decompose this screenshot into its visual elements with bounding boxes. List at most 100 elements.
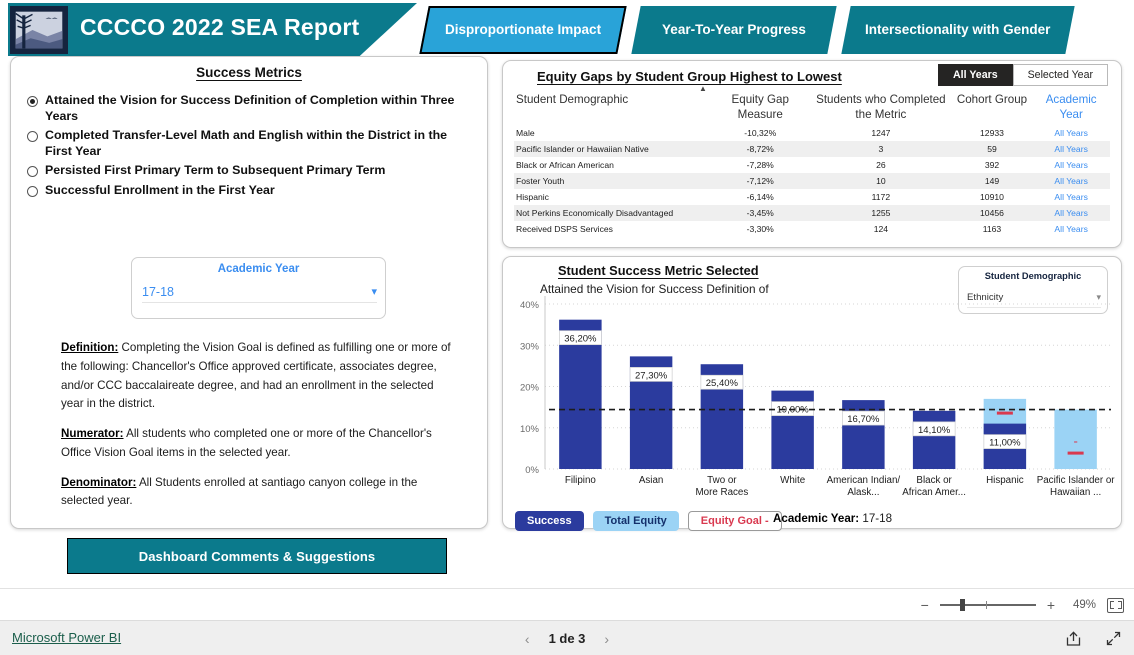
cell-academic-year: All Years bbox=[1054, 223, 1088, 234]
x-axis-category-label: Hawaiian ... bbox=[1050, 487, 1101, 498]
table-row[interactable]: Foster Youth -7,12% 10 149 All Years bbox=[514, 172, 1110, 189]
column-header-student-demographic[interactable]: Student Demographic bbox=[514, 92, 710, 125]
tab-intersectionality-with-gender[interactable]: Intersectionality with Gender bbox=[841, 6, 1075, 54]
year-scope-toggle: All Years Selected Year bbox=[938, 64, 1108, 86]
cell-cohort-group: 12933 bbox=[980, 127, 1004, 138]
column-header-academic-year[interactable]: Academic Year bbox=[1032, 92, 1110, 125]
academic-year-value: 17-18 bbox=[142, 284, 174, 299]
table-row[interactable]: Pacific Islander or Hawaiian Native -8,72… bbox=[514, 140, 1110, 157]
chevron-right-icon[interactable]: › bbox=[604, 631, 609, 647]
x-axis-category-label: Filipino bbox=[565, 475, 597, 486]
cell-student-demographic: Male bbox=[516, 127, 535, 138]
definition-label: Definition: bbox=[61, 341, 119, 354]
college-landscape-logo-icon bbox=[10, 6, 68, 54]
y-axis-tick-label: 30% bbox=[520, 341, 540, 352]
cell-student-demographic: Not Perkins Economically Disadvantaged bbox=[516, 207, 674, 218]
cell-equity-gap: -6,14% bbox=[746, 191, 774, 202]
legend-item-total-equity[interactable]: Total Equity bbox=[592, 511, 679, 531]
x-axis-category-label: Alask... bbox=[847, 487, 879, 498]
cell-cohort-group: 392 bbox=[984, 159, 1000, 170]
column-header-cohort-group[interactable]: Cohort Group bbox=[952, 92, 1033, 125]
definition-paragraph: Definition: Completing the Vision Goal i… bbox=[61, 339, 459, 414]
cell-cohort-group: 59 bbox=[987, 143, 997, 154]
zoom-out-icon[interactable]: − bbox=[921, 598, 929, 612]
radio-label: Successful Enrollment in the First Year bbox=[45, 182, 275, 197]
x-axis-category-label: Pacific Islander or bbox=[1037, 475, 1116, 486]
x-axis-category-label: Hispanic bbox=[986, 475, 1024, 486]
academic-year-dropdown[interactable]: 17-18 ▾ bbox=[142, 281, 377, 303]
table-row[interactable]: Received DSPS Services -3,30% 124 1163 All Y… bbox=[514, 221, 1110, 237]
bar-data-label: 36,20% bbox=[564, 334, 597, 345]
share-icon[interactable] bbox=[1065, 630, 1082, 647]
table-row[interactable]: Not Perkins Economically Disadvantaged -3… bbox=[514, 204, 1110, 221]
tab-label: Disproportionate Impact bbox=[444, 22, 602, 38]
definition-text: Completing the Vision Goal is defined as… bbox=[61, 341, 451, 411]
chart-academic-year-value: 17-18 bbox=[862, 512, 893, 525]
table-row[interactable]: Hispanic -6,14% 1172 10910 All Years bbox=[514, 189, 1110, 205]
bar-data-label: 27,30% bbox=[635, 370, 668, 381]
cell-equity-gap: -7,12% bbox=[746, 175, 774, 186]
cell-students-completed: 10 bbox=[876, 175, 886, 186]
bar-data-label: 16,70% bbox=[847, 414, 880, 425]
success-metrics-title: Success Metrics bbox=[196, 65, 302, 80]
page-navigation: ‹ 1 de 3 › bbox=[0, 621, 1134, 655]
fullscreen-icon[interactable] bbox=[1105, 630, 1122, 647]
tab-label: Year-To-Year Progress bbox=[662, 22, 806, 38]
cell-equity-gap: -8,72% bbox=[746, 143, 774, 154]
x-axis-category-label: More Races bbox=[695, 487, 748, 498]
table-row[interactable]: Black or African American -7,28% 26 392 All … bbox=[514, 157, 1110, 173]
radio-label: Completed Transfer-Level Math and Englis… bbox=[45, 128, 448, 158]
academic-year-slicer: Academic Year 17-18 ▾ bbox=[131, 257, 386, 319]
radio-indicator-icon bbox=[27, 131, 38, 142]
bar-data-label: 25,40% bbox=[706, 378, 739, 389]
footer-actions bbox=[1065, 621, 1122, 655]
radio-successful-enrollment-first-year[interactable]: Successful Enrollment in the First Year bbox=[27, 183, 477, 199]
y-axis-tick-label: 10% bbox=[520, 424, 540, 435]
radio-completed-transfer-level-math-english[interactable]: Completed Transfer-Level Math and Englis… bbox=[27, 128, 477, 159]
zoom-slider-thumb[interactable] bbox=[959, 599, 965, 611]
radio-indicator-icon bbox=[27, 96, 38, 107]
cell-academic-year: All Years bbox=[1054, 191, 1088, 202]
cell-student-demographic: Pacific Islander or Hawaiian Native bbox=[516, 143, 649, 154]
toggle-selected-year[interactable]: Selected Year bbox=[1012, 64, 1108, 86]
legend-item-equity-goal[interactable]: Equity Goal - bbox=[687, 511, 782, 531]
dashboard-comments-button[interactable]: Dashboard Comments & Suggestions bbox=[67, 538, 447, 574]
cell-student-demographic: Foster Youth bbox=[516, 175, 565, 186]
success-metrics-panel: Success Metrics Attained the Vision for … bbox=[10, 56, 488, 574]
tab-label: Intersectionality with Gender bbox=[865, 22, 1051, 38]
bar-chart-plot[interactable]: 0% 10% 20% 30% 40% 36,20% Filipino 27,30% Asian 2… bbox=[503, 257, 1123, 530]
radio-indicator-icon bbox=[27, 185, 38, 197]
cell-students-completed: 1255 bbox=[871, 207, 891, 218]
x-axis-category-label: Asian bbox=[639, 475, 664, 486]
zoom-slider[interactable] bbox=[939, 599, 1036, 611]
legend-item-success[interactable]: Success bbox=[515, 511, 584, 531]
cell-students-completed: 26 bbox=[876, 159, 886, 170]
bar-success[interactable] bbox=[842, 400, 885, 469]
table-row[interactable]: Male -10,32% 1247 12933 All Years bbox=[514, 125, 1110, 141]
toggle-all-years[interactable]: All Years bbox=[938, 64, 1013, 86]
tab-year-to-year-progress[interactable]: Year-To-Year Progress bbox=[631, 6, 837, 54]
cell-students-completed: 1172 bbox=[871, 191, 891, 202]
column-header-equity-gap-measure[interactable]: Equity Gap Measure bbox=[710, 92, 810, 125]
app-footer: Microsoft Power BI ‹ 1 de 3 › bbox=[0, 620, 1134, 655]
chart-academic-year-label: Academic Year: bbox=[773, 512, 860, 525]
cell-academic-year: All Years bbox=[1054, 175, 1088, 186]
tab-disproportionate-impact[interactable]: Disproportionate Impact bbox=[419, 6, 627, 54]
radio-persisted-first-primary-term[interactable]: Persisted First Primary Term to Subseque… bbox=[27, 163, 477, 179]
numerator-paragraph: Numerator: All students who completed on… bbox=[61, 425, 459, 463]
cell-students-completed: 3 bbox=[878, 143, 884, 154]
zoom-percent-label: 49% bbox=[1072, 599, 1096, 611]
zoom-in-icon[interactable]: + bbox=[1047, 598, 1055, 612]
radio-attained-vision-for-success[interactable]: Attained the Vision for Success Definiti… bbox=[27, 93, 477, 124]
cell-academic-year: All Years bbox=[1054, 159, 1088, 170]
chevron-left-icon[interactable]: ‹ bbox=[525, 631, 530, 647]
chart-academic-year-note: Academic Year: 17-18 bbox=[773, 512, 892, 525]
bar-data-label: 14,10% bbox=[918, 425, 951, 436]
zoom-controls: − + 49% bbox=[921, 589, 1124, 621]
cell-equity-gap: -3,30% bbox=[746, 223, 774, 234]
column-header-students-completed[interactable]: Students who Completed the Metric bbox=[810, 92, 952, 125]
fit-to-page-icon[interactable] bbox=[1107, 597, 1124, 613]
x-axis-category-label: American Indian/ bbox=[827, 475, 901, 486]
bar-success[interactable] bbox=[912, 410, 956, 469]
metric-description: Definition: Completing the Vision Goal i… bbox=[61, 339, 459, 522]
